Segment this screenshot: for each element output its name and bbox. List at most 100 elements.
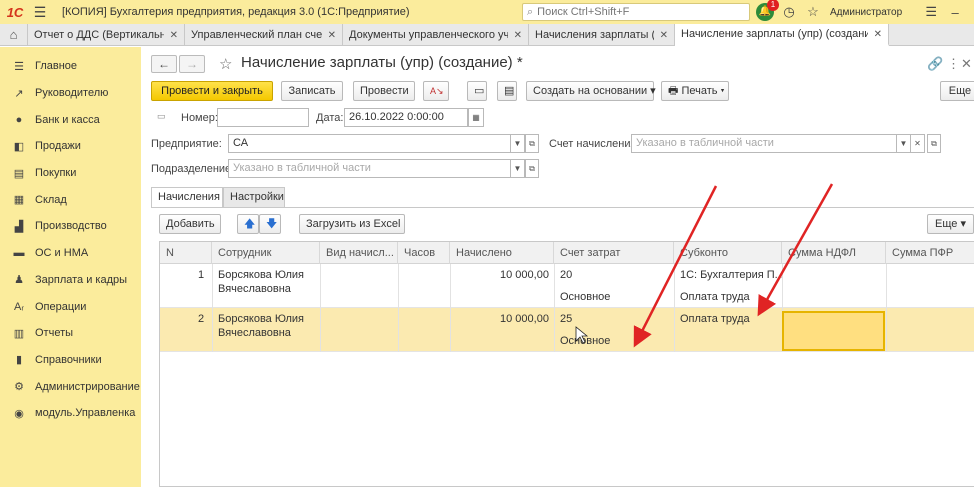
col-employee[interactable]: Сотрудник [212, 242, 320, 264]
post-button[interactable]: Провести [353, 81, 415, 101]
chevron-down-icon[interactable]: ▼ [511, 134, 525, 153]
close-icon[interactable]: ✕ [514, 30, 522, 41]
edit-icon[interactable]: ▭ [467, 81, 487, 101]
more-vertical-icon[interactable]: ⋮ [947, 56, 960, 72]
accrued-amount: 10 000,00 [500, 313, 549, 325]
load-from-excel-button[interactable]: Загрузить из Excel [299, 214, 405, 234]
sidebar-item-warehouse[interactable]: ▦ Склад [0, 186, 141, 213]
col-accrued[interactable]: Начислено [450, 242, 554, 264]
division-field[interactable]: Указано в табличной части [228, 159, 511, 178]
close-icon[interactable]: ✕ [170, 30, 178, 41]
sidebar-item-module[interactable]: ◉ модуль.Управленка [0, 400, 141, 427]
col-divider [212, 264, 213, 352]
employee-patronymic: Вячеславовна [218, 283, 291, 295]
sidebar-item-sales[interactable]: ◧ Продажи [0, 133, 141, 160]
clear-icon[interactable]: ✕ [911, 134, 925, 153]
move-up-icon[interactable]: 🡅 [237, 214, 259, 234]
forward-arrow-icon[interactable]: → [179, 55, 205, 73]
row-number: 1 [198, 269, 205, 281]
employee-name: Борсякова Юлия [218, 269, 304, 281]
sidebar-item-assets[interactable]: ▬ ОС и НМА [0, 240, 141, 267]
add-row-button[interactable]: Добавить [159, 214, 221, 234]
date-label: Дата: [316, 112, 344, 124]
col-cost-account[interactable]: Счет затрат [554, 242, 674, 264]
history-icon[interactable]: ◷ [780, 4, 798, 20]
chevron-down-icon[interactable]: ▼ [511, 159, 525, 178]
favorite-star-icon[interactable]: ☆ [219, 55, 232, 73]
sidebar-item-payroll[interactable]: ♟ Зарплата и кадры [0, 267, 141, 294]
people-icon: ♟ [14, 274, 24, 287]
enterprise-field[interactable]: СА [228, 134, 511, 153]
col-pfr[interactable]: Сумма ПФР [886, 242, 974, 264]
maximize-icon[interactable]: □ [970, 5, 974, 20]
search-input[interactable] [537, 6, 728, 18]
open-link-icon[interactable]: ⧉ [927, 134, 941, 153]
minimize-icon[interactable]: – [946, 5, 964, 20]
col-divider [320, 264, 321, 352]
sidebar-item-references[interactable]: ▮ Справочники [0, 347, 141, 374]
sidebar-item-main[interactable]: ☰ Главное [0, 53, 141, 80]
factory-icon: ▟ [14, 220, 24, 233]
close-form-icon[interactable]: ✕ [961, 56, 972, 72]
tab-payroll-new[interactable]: Начисление зарплаты (упр) (создание) * ✕ [675, 24, 889, 46]
global-search[interactable]: ⌕ [522, 3, 750, 21]
sidebar-item-manager[interactable]: ↗ Руководителю [0, 80, 141, 107]
table-more-button[interactable]: Еще ▾ [927, 214, 974, 234]
trend-chart-icon: ↗ [14, 87, 24, 100]
tab-settings[interactable]: Настройки [223, 187, 285, 207]
hamburger-menu-icon[interactable]: ☰ [30, 4, 50, 21]
ndfl-cell-active[interactable] [782, 311, 885, 351]
col-ndfl[interactable]: Сумма НДФЛ [782, 242, 886, 264]
col-n[interactable]: N [160, 242, 212, 264]
settings-menu-icon[interactable]: ☰ [922, 4, 940, 20]
calendar-icon[interactable]: ▦ [468, 108, 484, 127]
create-based-on-button[interactable]: Создать на основании ▾ [526, 81, 656, 101]
sidebar-item-bank[interactable]: ● Банк и касса [0, 106, 141, 133]
gear-icon: ⚙ [14, 381, 24, 394]
sidebar-item-purchases[interactable]: ▤ Покупки [0, 160, 141, 187]
cart-icon: ▤ [13, 167, 25, 180]
tab-payroll-list[interactable]: Начисления зарплаты (упр)✕ [529, 24, 675, 46]
enterprise-label: Предприятие: [151, 138, 222, 150]
table-row[interactable]: 1 Борсякова Юлия Вячеславовна 10 000,00 … [160, 264, 974, 308]
tab-mgmt-documents[interactable]: Документы управленческого учета✕ [343, 24, 529, 46]
comment-icon[interactable]: ▭ [157, 111, 166, 122]
close-icon[interactable]: ✕ [660, 30, 668, 41]
favorites-star-icon[interactable]: ☆ [804, 4, 822, 20]
open-link-icon[interactable]: ⧉ [525, 159, 539, 178]
col-subconto[interactable]: Субконто [674, 242, 782, 264]
back-arrow-icon[interactable]: ← [151, 55, 177, 73]
sidebar-item-production[interactable]: ▟ Производство [0, 213, 141, 240]
account-field[interactable]: Указано в табличной части [631, 134, 897, 153]
movements-report-icon[interactable]: A↘ [423, 81, 449, 101]
col-accrual-type[interactable]: Вид начисл... [320, 242, 398, 264]
home-tab-icon[interactable]: ⌂ [0, 24, 28, 46]
save-button[interactable]: Записать [281, 81, 343, 101]
sidebar-item-admin[interactable]: ⚙ Администрирование [0, 373, 141, 400]
more-actions-button[interactable]: Еще [940, 81, 974, 101]
sidebar-item-operations[interactable]: Aᵣ Операции [0, 293, 141, 320]
open-link-icon[interactable]: ⧉ [525, 134, 539, 153]
print-button[interactable]: 🖶 Печать ▾ [661, 81, 729, 101]
books-icon: ▮ [15, 354, 23, 367]
current-user[interactable]: Администратор [830, 7, 902, 18]
sidebar-item-reports[interactable]: ▥ Отчеты [0, 320, 141, 347]
tab-dds-report[interactable]: Отчет о ДДС (Вертикальный)✕ [28, 24, 185, 46]
link-icon[interactable]: 🔗 [927, 56, 943, 72]
col-divider [398, 264, 399, 352]
number-field[interactable] [217, 108, 309, 127]
open-windows-tabs: ⌂ Отчет о ДДС (Вертикальный)✕ Управленче… [0, 24, 974, 46]
date-field[interactable]: 26.10.2022 0:00:00 [344, 108, 468, 127]
post-and-close-button[interactable]: Провести и закрыть [151, 81, 273, 101]
structure-icon[interactable]: ▤ [497, 81, 517, 101]
tab-chart-of-accounts[interactable]: Управленческий план счетов✕ [185, 24, 343, 46]
tab-accruals[interactable]: Начисления [151, 187, 223, 207]
subconto-1: 1С: Бухгалтерия П... [680, 269, 784, 281]
notifications-icon[interactable]: 🔔 1 [756, 0, 779, 21]
close-icon[interactable]: ✕ [874, 29, 882, 40]
col-hours[interactable]: Часов [398, 242, 450, 264]
chevron-down-icon[interactable]: ▼ [897, 134, 911, 153]
row-number: 2 [198, 313, 205, 325]
close-icon[interactable]: ✕ [328, 30, 336, 41]
move-down-icon[interactable]: 🡇 [259, 214, 281, 234]
